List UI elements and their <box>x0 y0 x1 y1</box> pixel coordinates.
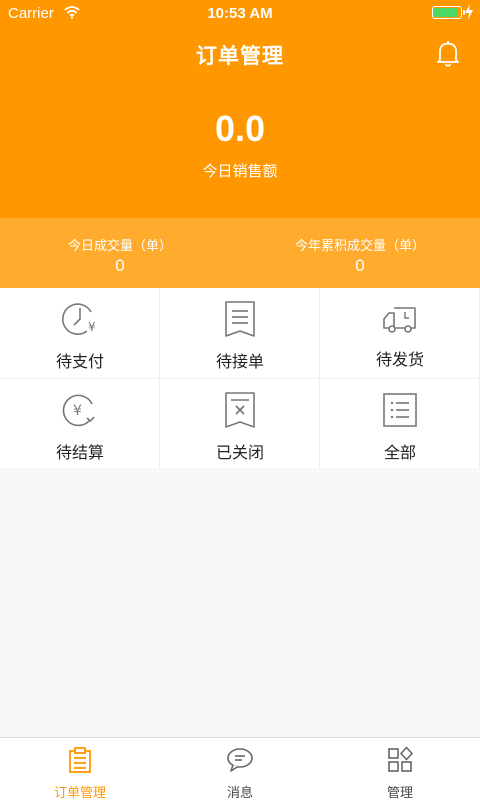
status-bar: Carrier 10:53 AM <box>0 0 480 28</box>
today-deals-stat: 今日成交量（单） 0 <box>0 218 240 288</box>
grid-item-label: 待结算 <box>55 443 104 462</box>
svg-text:¥: ¥ <box>73 403 82 419</box>
tab-label: 管理 <box>386 786 413 800</box>
grid-item-pending-shipment[interactable]: 待发货 <box>320 288 480 379</box>
delivery-truck-icon <box>383 307 416 333</box>
list-all-icon <box>383 393 417 427</box>
today-deals-value: 0 <box>115 256 125 275</box>
grid-item-pending-payment[interactable]: ¥ 待支付 <box>0 288 160 379</box>
grid-item-pending-settlement[interactable]: ¥ 待结算 <box>0 379 160 470</box>
grid-item-label: 待发货 <box>375 350 424 369</box>
grid-item-label: 已关闭 <box>215 443 264 462</box>
year-deals-label: 今年累积成交量（单） <box>294 239 425 254</box>
header: Carrier 10:53 AM 订单管理 0.0 今日销售额 <box>0 0 480 218</box>
charging-icon <box>465 4 473 20</box>
grid-item-pending-accept[interactable]: 待接单 <box>160 288 320 379</box>
page-title: 订单管理 <box>196 44 284 68</box>
grid-item-label: 待支付 <box>55 352 104 371</box>
tab-messages[interactable]: 消息 <box>160 738 320 800</box>
chat-bubble-icon <box>227 748 253 772</box>
grid-item-all[interactable]: 全部 <box>320 379 480 470</box>
sales-amount: 0.0 <box>214 108 266 149</box>
svg-text:¥: ¥ <box>88 320 96 334</box>
year-deals-value: 0 <box>355 256 365 275</box>
clipboard-icon <box>69 747 91 773</box>
stats-strip: 今日成交量（单） 0 今年累积成交量（单） 0 <box>0 218 480 288</box>
tab-management[interactable]: 管理 <box>320 738 480 800</box>
apps-grid-icon <box>388 746 413 772</box>
sales-label: 今日销售额 <box>202 162 278 180</box>
status-time: 10:53 AM <box>207 5 273 22</box>
year-deals-stat: 今年累积成交量（单） 0 <box>240 218 480 288</box>
receipt-list-icon <box>225 301 255 337</box>
order-status-grid: ¥ 待支付 待接单 待发货 ¥ 待结算 已关闭 全部 <box>0 288 480 471</box>
yen-refresh-icon: ¥ <box>62 394 95 427</box>
grid-item-label: 全部 <box>383 443 416 462</box>
tab-order-management[interactable]: 订单管理 <box>0 738 160 800</box>
battery-icon <box>432 6 465 19</box>
bell-icon[interactable] <box>436 40 460 68</box>
grid-item-closed[interactable]: 已关闭 <box>160 379 320 470</box>
receipt-closed-icon <box>225 392 255 428</box>
tab-label: 订单管理 <box>53 786 106 800</box>
grid-item-label: 待接单 <box>215 352 264 371</box>
clock-yen-icon: ¥ <box>62 303 96 335</box>
bottom-tab-bar: 订单管理 消息 管理 <box>0 737 480 800</box>
tab-label: 消息 <box>226 786 253 800</box>
today-deals-label: 今日成交量（单） <box>67 239 172 254</box>
